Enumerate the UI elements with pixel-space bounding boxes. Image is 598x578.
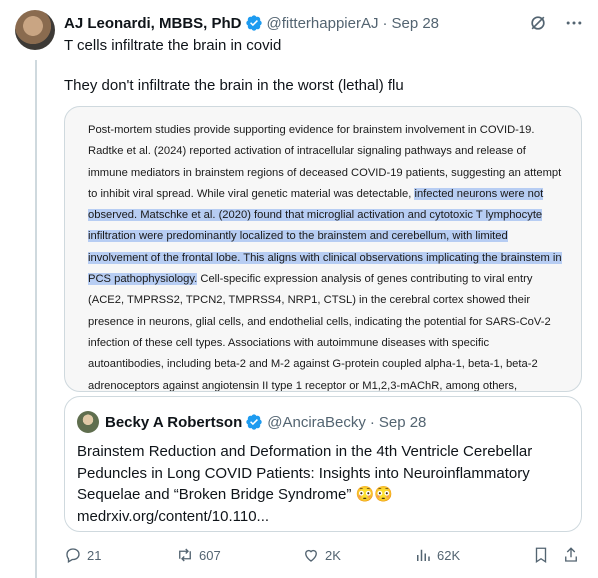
- repost-icon: [179, 548, 191, 562]
- reply-icon: [66, 548, 80, 563]
- author-handle[interactable]: @fitterhappierAJ: [267, 15, 379, 32]
- quoted-tweet-header: Becky A Robertson @AnciraBecky · Sep 28: [77, 411, 426, 433]
- quoted-author-handle: @AnciraBecky: [267, 413, 366, 431]
- like-icon: [305, 549, 317, 562]
- tweet-line-1: T cells infiltrate the brain in covid: [64, 37, 282, 54]
- image-text-after: Cell-specific expression analysis of gen…: [88, 273, 551, 392]
- views-count: 62K: [437, 547, 461, 563]
- like-count: 2K: [325, 547, 341, 563]
- repost-count: 607: [199, 547, 221, 563]
- share-button[interactable]: [562, 546, 580, 564]
- more-icon[interactable]: [564, 13, 584, 33]
- quoted-author-name: Becky A Robertson: [105, 413, 243, 431]
- views-button[interactable]: 62K: [414, 546, 460, 564]
- quoted-separator: ·: [369, 413, 375, 431]
- quoted-verified-badge-icon: [246, 414, 262, 430]
- quoted-tweet-text: Brainstem Reduction and Deformation in t…: [77, 443, 533, 525]
- grok-icon[interactable]: [528, 13, 548, 33]
- share-icon: [565, 547, 577, 562]
- views-icon: [417, 549, 430, 561]
- tweet-header: AJ Leonardi, MBBS, PhD @fitterhappierAJ …: [64, 12, 584, 34]
- bookmark-icon: [535, 547, 547, 564]
- tweet-text: T cells infiltrate the brain in covid Th…: [64, 36, 584, 96]
- repost-button[interactable]: 607: [176, 546, 221, 564]
- action-bar: 21 607 2K 62K: [64, 546, 584, 568]
- separator: ·: [382, 14, 388, 32]
- like-button[interactable]: 2K: [302, 546, 341, 564]
- verified-badge-icon[interactable]: [245, 14, 263, 32]
- thread-line: [35, 60, 37, 578]
- post-date[interactable]: Sep 28: [391, 15, 439, 32]
- quoted-date: Sep 28: [378, 413, 427, 431]
- tweet-line-2: They don't infiltrate the brain in the w…: [64, 77, 404, 94]
- quoted-tweet[interactable]: Becky A Robertson @AnciraBecky · Sep 28 …: [64, 396, 582, 532]
- author-name[interactable]: AJ Leonardi, MBBS, PhD: [64, 15, 242, 32]
- attached-image[interactable]: Post-mortem studies provide supporting e…: [64, 106, 582, 392]
- image-text-highlighted: infected neurons were not observed. Mats…: [88, 187, 562, 286]
- image-text: Post-mortem studies provide supporting e…: [88, 120, 568, 392]
- quoted-avatar: [77, 411, 99, 433]
- reply-button[interactable]: 21: [64, 546, 101, 564]
- bookmark-button[interactable]: [532, 546, 550, 564]
- avatar[interactable]: [15, 10, 55, 50]
- reply-count: 21: [87, 547, 102, 563]
